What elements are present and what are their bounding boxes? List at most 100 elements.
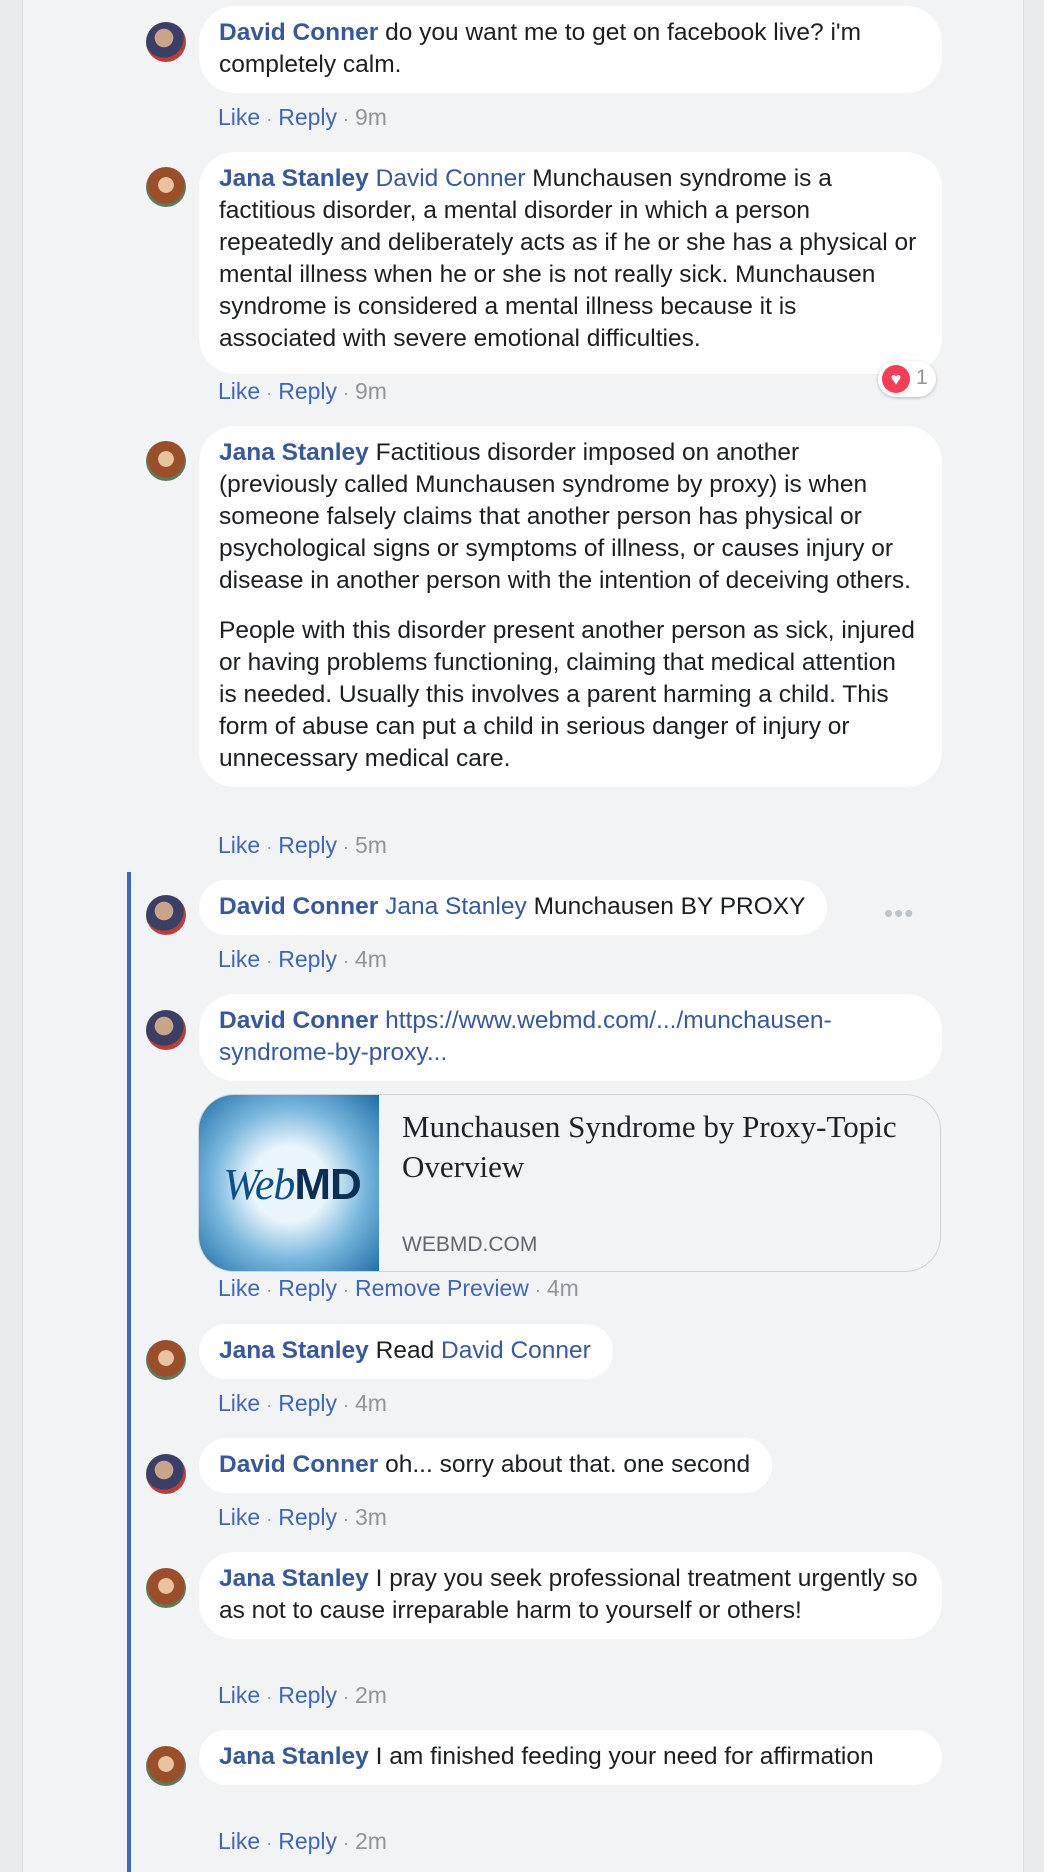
comment-author[interactable]: David Conner (219, 1007, 378, 1034)
comment-actions: Like · Reply · 9m (218, 102, 387, 134)
remove-preview-button[interactable]: Remove Preview (355, 1275, 529, 1301)
reply-button[interactable]: Reply (278, 104, 337, 130)
logo-md: MD (294, 1160, 361, 1209)
comment-timestamp[interactable]: 4m (547, 1275, 579, 1301)
comment-author[interactable]: David Conner (219, 1451, 378, 1478)
reply-button[interactable]: Reply (278, 1390, 337, 1416)
reply-button[interactable]: Reply (278, 378, 337, 404)
comment-text: Read (375, 1337, 435, 1364)
reply-button[interactable]: Reply (278, 1682, 337, 1708)
comment-text: Munchausen BY PROXY (533, 893, 806, 920)
separator-dot: · (534, 1280, 541, 1300)
comment-bubble: David Conner oh... sorry about that. one… (199, 1438, 773, 1493)
separator-dot: · (266, 1395, 273, 1415)
comment-author[interactable]: Jana Stanley (219, 1743, 369, 1770)
comment-actions: Like · Reply · 3m (218, 1502, 387, 1534)
avatar[interactable] (146, 22, 186, 62)
comment-author[interactable]: Jana Stanley (219, 1565, 369, 1592)
link-preview-card[interactable]: WebMD Munchausen Syndrome by Proxy-Topic… (198, 1094, 941, 1272)
separator-dot: · (343, 1280, 350, 1300)
separator-dot: · (343, 837, 350, 857)
comment-author[interactable]: David Conner (219, 893, 378, 920)
like-button[interactable]: Like (218, 1275, 260, 1301)
comment-author[interactable]: Jana Stanley (219, 165, 369, 192)
webmd-logo-thumbnail: WebMD (199, 1095, 379, 1271)
avatar[interactable] (146, 1568, 186, 1608)
comment-bubble: Jana Stanley I am finished feeding your … (199, 1730, 942, 1785)
comment-actions: Like · Reply · 2m (218, 1826, 387, 1858)
separator-dot: · (266, 383, 273, 403)
mention-link[interactable]: Jana Stanley (385, 893, 527, 920)
avatar[interactable] (146, 1340, 186, 1380)
mention-link[interactable]: David Conner (376, 165, 526, 192)
separator-dot: · (266, 1687, 273, 1707)
reply-button[interactable]: Reply (278, 832, 337, 858)
comment-author[interactable]: David Conner (219, 19, 378, 46)
comment-author[interactable]: Jana Stanley (219, 1337, 369, 1364)
like-button[interactable]: Like (218, 1682, 260, 1708)
logo-web: Web (223, 1160, 295, 1209)
more-horizontal-icon[interactable]: ••• (884, 898, 914, 929)
separator-dot: · (343, 109, 350, 129)
separator-dot: · (266, 1280, 273, 1300)
comment-bubble: Jana Stanley David Conner Munchausen syn… (199, 152, 942, 374)
preview-title: Munchausen Syndrome by Proxy-Topic Overv… (402, 1109, 897, 1184)
comment-actions: Like · Reply · 2m (218, 1680, 387, 1712)
comment-actions: Like · Reply · 9m (218, 376, 387, 408)
comment-timestamp[interactable]: 9m (355, 378, 387, 404)
comment-paragraph-2: People with this disorder present anothe… (219, 617, 915, 772)
mention-link[interactable]: David Conner (441, 1337, 591, 1364)
comment-text: oh... sorry about that. one second (385, 1451, 751, 1478)
comment-author[interactable]: Jana Stanley (219, 439, 369, 466)
comment-timestamp[interactable]: 9m (355, 104, 387, 130)
comment-bubble: Jana Stanley Read David Conner (199, 1324, 613, 1379)
webmd-logo: WebMD (207, 1159, 377, 1210)
avatar[interactable] (146, 1010, 186, 1050)
comment-timestamp[interactable]: 3m (355, 1504, 387, 1530)
comment-bubble: David Conner https://www.webmd.com/.../m… (199, 994, 942, 1081)
reaction-count-number: 1 (916, 366, 928, 389)
separator-dot: · (266, 109, 273, 129)
like-button[interactable]: Like (218, 1390, 260, 1416)
comment-actions: Like · Reply · 4m (218, 1388, 387, 1420)
avatar[interactable] (146, 895, 186, 935)
reply-button[interactable]: Reply (278, 946, 337, 972)
like-button[interactable]: Like (218, 104, 260, 130)
avatar[interactable] (146, 1746, 186, 1786)
reaction-count[interactable]: ♥ 1 (878, 361, 936, 397)
comment-timestamp[interactable]: 4m (355, 946, 387, 972)
separator-dot: · (343, 1395, 350, 1415)
avatar[interactable] (146, 1454, 186, 1494)
separator-dot: · (266, 1833, 273, 1853)
comment-actions: Like · Reply · 4m (218, 944, 387, 976)
comment-bubble: Jana Stanley Factitious disorder imposed… (199, 426, 942, 787)
like-button[interactable]: Like (218, 832, 260, 858)
separator-dot: · (343, 1687, 350, 1707)
separator-dot: · (266, 837, 273, 857)
separator-dot: · (266, 951, 273, 971)
comment-text: I am finished feeding your need for affi… (375, 1743, 874, 1770)
comment-bubble: David Conner do you want me to get on fa… (199, 6, 942, 93)
preview-domain: WEBMD.COM (402, 1233, 538, 1256)
separator-dot: · (343, 383, 350, 403)
reply-thread-line (127, 872, 131, 1872)
reply-button[interactable]: Reply (278, 1275, 337, 1301)
comment-actions: Like · Reply · Remove Preview · 4m (218, 1273, 579, 1305)
comment-actions: Like · Reply · 5m (218, 830, 387, 862)
reply-button[interactable]: Reply (278, 1828, 337, 1854)
comment-timestamp[interactable]: 2m (355, 1828, 387, 1854)
comment-timestamp[interactable]: 5m (355, 832, 387, 858)
like-button[interactable]: Like (218, 946, 260, 972)
like-button[interactable]: Like (218, 378, 260, 404)
avatar[interactable] (146, 167, 186, 207)
comment-timestamp[interactable]: 4m (355, 1390, 387, 1416)
like-button[interactable]: Like (218, 1504, 260, 1530)
reply-button[interactable]: Reply (278, 1504, 337, 1530)
comment-text: Munchausen syndrome is a factitious diso… (219, 165, 917, 352)
like-button[interactable]: Like (218, 1828, 260, 1854)
comment-timestamp[interactable]: 2m (355, 1682, 387, 1708)
separator-dot: · (343, 1509, 350, 1529)
comment-paragraph-1: Jana Stanley Factitious disorder imposed… (219, 437, 920, 597)
avatar[interactable] (146, 441, 186, 481)
separator-dot: · (266, 1509, 273, 1529)
